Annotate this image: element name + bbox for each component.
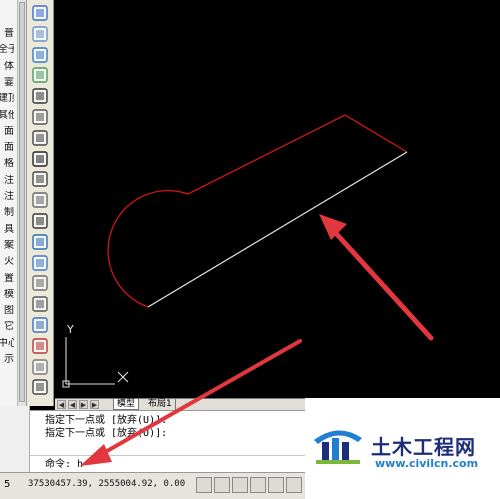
ucs-axis-icon [62,337,129,388]
left-menu-item[interactable]: 火 [0,256,14,268]
text-icon[interactable] [31,150,49,168]
red-boundary-line [107,114,408,308]
tab-first-button[interactable]: ◀ [57,400,66,409]
scrollbar-thumb[interactable] [19,2,25,402]
white-base-line [147,151,408,308]
vertical-toolbar [27,0,54,406]
polar-toggle-button[interactable] [250,477,266,493]
watermark-title: 土木工程网 [371,435,476,459]
coordinate-readout: 37530457.39, 2555004.92, 0.00 [28,479,186,489]
command-window: 指定下一点或 [放弃(U)]: 指定下一点或 [放弃(U)]: 命令: h [30,410,305,472]
left-menu-item[interactable]: 具 [0,224,14,236]
otrack-toggle-button[interactable] [286,477,302,493]
command-history-line: 指定下一点或 [放弃(U)]: [45,415,168,426]
leader-icon[interactable] [31,170,49,188]
clip-icon[interactable] [31,295,49,313]
left-menu-item[interactable]: 制 [0,207,14,219]
tab-next-button[interactable]: ▶ [79,400,88,409]
left-menu-item[interactable]: 全子 [0,44,14,56]
left-menu-item[interactable]: 它 [0,321,14,333]
hatch-icon[interactable] [31,233,49,251]
command-input-row[interactable]: 命令: h [30,455,305,471]
red-arrow-upper [319,214,434,341]
left-menu-item[interactable]: 面 [0,142,14,154]
drawing-canvas[interactable]: Y [55,0,500,398]
left-menu-item[interactable]: 建顶 [0,93,14,105]
tag-icon[interactable] [31,212,49,230]
ortho-toggle-button[interactable] [232,477,248,493]
status-number: 5 [4,479,11,490]
left-menu-item[interactable]: 体 [0,61,14,73]
left-menu-item[interactable]: 中心 [0,338,14,350]
tab-prev-button[interactable]: ◀ [68,400,77,409]
dimension-icon[interactable] [31,108,49,126]
left-menu-item[interactable]: 其他 [0,110,14,122]
block-icon[interactable] [31,274,49,292]
left-menu-item[interactable]: 注 [0,191,14,203]
left-menu-item[interactable]: 格 [0,158,14,170]
ucs-y-label: Y [66,323,74,336]
zoom-icon[interactable] [31,25,49,43]
layout-tab-bar: ◀ ◀ ▶ ▶ 模型 布局1 [55,398,305,410]
polyline-icon[interactable] [31,87,49,105]
command-history-line: 指定下一点或 [放弃(U)]: [45,428,168,439]
left-menu-item[interactable]: 案 [0,240,14,252]
section-icon[interactable] [31,316,49,334]
snap-toggle-button[interactable] [196,477,212,493]
status-bar: 5 37530457.39, 2555004.92, 0.00 [0,472,305,499]
view-icon[interactable] [31,378,49,396]
left-menu-item[interactable]: 示 [0,354,14,366]
grid-toggle-button[interactable] [214,477,230,493]
left-menu-item[interactable]: 置 [0,273,14,285]
left-menu-item[interactable]: 普 [0,28,14,40]
watermark-logo-icon [314,430,362,464]
left-menu-panel: 普全子体霎建顶 其他面面格注注制具案火置模图它中心示 [0,0,18,406]
command-input[interactable]: 命令: h [45,459,83,471]
note-icon[interactable] [31,358,49,376]
watermark-url: www.civilcn.com [375,457,479,470]
left-menu-item[interactable]: 注 [0,175,14,187]
align-icon[interactable] [31,129,49,147]
tab-layout1[interactable]: 布局1 [145,399,176,410]
fire-icon[interactable] [31,337,49,355]
left-menu-item[interactable]: 模 [0,289,14,301]
grid-icon[interactable] [31,46,49,64]
image-icon[interactable] [31,66,49,84]
tab-last-button[interactable]: ▶ [90,400,99,409]
elevation-icon[interactable] [31,191,49,209]
left-menu-item[interactable]: 面 [0,126,14,138]
osnap-toggle-button[interactable] [268,477,284,493]
left-menu-item[interactable]: 图 [0,305,14,317]
left-menu-item[interactable]: 霎 [0,77,14,89]
layer-icon[interactable] [31,4,49,22]
command-window-gutter [0,406,30,472]
tab-model[interactable]: 模型 [113,399,140,410]
table-icon[interactable] [31,254,49,272]
menu-scrollbar[interactable] [18,0,27,406]
